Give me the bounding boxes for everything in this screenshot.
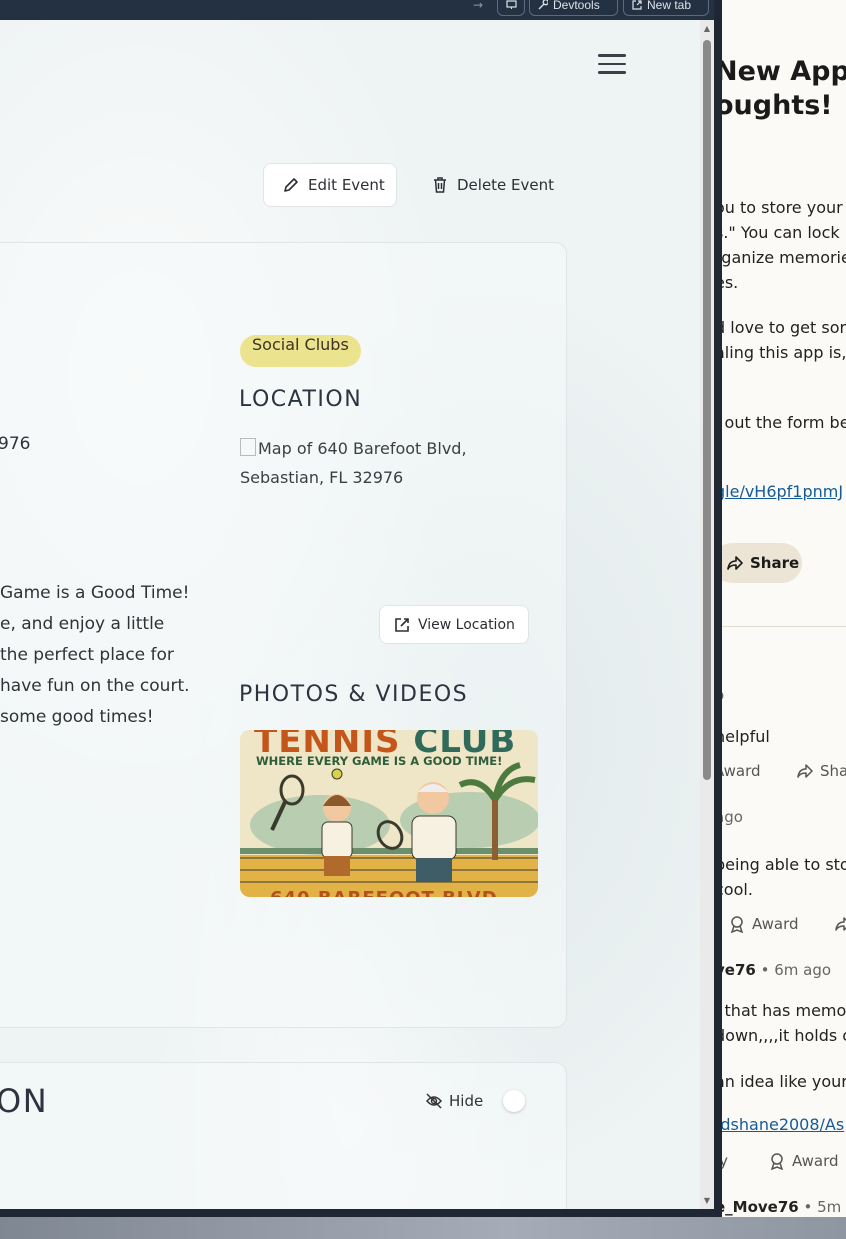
award-label: Award bbox=[792, 1152, 839, 1170]
external-link-icon bbox=[632, 0, 642, 10]
pencil-icon bbox=[284, 178, 298, 192]
description-line: Game is a Good Time! bbox=[0, 583, 190, 603]
award-button[interactable]: Award bbox=[728, 915, 799, 933]
photos-videos-heading: PHOTOS & VIDEOS bbox=[239, 682, 469, 707]
delete-event-button[interactable]: Delete Event bbox=[431, 163, 554, 207]
background-post-window: New App I oughts! ou to store your s." Y… bbox=[722, 0, 846, 1217]
window-frame-right bbox=[714, 0, 722, 1217]
comment-text: helpful bbox=[722, 727, 770, 746]
hide-toggle-row[interactable]: Hide bbox=[425, 1090, 526, 1112]
address-text: 976 bbox=[0, 434, 31, 454]
description-line: have fun on the court. bbox=[0, 676, 190, 696]
comment-meta: ago bbox=[722, 808, 743, 826]
comment-meta: o bbox=[722, 686, 724, 704]
post-title: New App I oughts! bbox=[722, 55, 846, 123]
post-text-line: s." You can lock r bbox=[722, 223, 846, 242]
broken-image-icon bbox=[240, 438, 256, 456]
view-location-label: View Location bbox=[418, 616, 515, 633]
post-share-button[interactable]: Share bbox=[722, 543, 802, 583]
share-icon bbox=[797, 764, 813, 778]
photo-tagline: WHERE EVERY GAME IS A GOOD TIME! bbox=[256, 754, 503, 768]
view-location-button[interactable]: View Location bbox=[379, 605, 529, 644]
desktop-background bbox=[0, 1215, 846, 1239]
reply-label: ly bbox=[722, 1152, 729, 1170]
reply-button[interactable]: ly bbox=[722, 1152, 728, 1170]
secondary-section-heading: ON bbox=[0, 1082, 49, 1120]
delete-event-label: Delete Event bbox=[457, 176, 555, 194]
comment-text-line: cool. bbox=[722, 880, 753, 899]
edit-event-button[interactable]: Edit Event bbox=[263, 163, 397, 207]
post-title-line: New App I bbox=[722, 56, 846, 87]
comment-link[interactable]: /dshane2008/As bbox=[722, 1115, 844, 1134]
event-page: Edit Event Delete Event Social Clubs LOC… bbox=[0, 20, 700, 1209]
forward-arrow-icon[interactable]: → bbox=[473, 0, 483, 12]
event-description: Game is a Good Time! e, and enjoy a litt… bbox=[0, 578, 190, 733]
comment-share-button[interactable] bbox=[834, 915, 846, 933]
comment-text-line: i that has memo bbox=[722, 1001, 846, 1020]
post-text-line: ou to store your bbox=[722, 198, 843, 217]
scrollbar-thumb[interactable] bbox=[703, 40, 711, 780]
share-label: Sha bbox=[820, 762, 846, 780]
share-icon bbox=[835, 917, 846, 931]
trash-icon bbox=[434, 177, 446, 193]
monitor-icon bbox=[505, 0, 517, 9]
post-title-line: oughts! bbox=[722, 90, 833, 121]
eye-off-icon bbox=[426, 1093, 442, 1109]
location-heading: LOCATION bbox=[239, 387, 363, 412]
devtools-button[interactable]: Devtools bbox=[529, 0, 618, 16]
comment-time: 5m ago bbox=[817, 1198, 846, 1216]
comment-share-button[interactable]: Sha bbox=[796, 762, 846, 780]
wrench-icon bbox=[538, 0, 548, 10]
award-icon bbox=[730, 916, 744, 933]
comment-username[interactable]: e_Move76 bbox=[722, 1198, 799, 1216]
scroll-down-arrow-icon[interactable]: ▼ bbox=[702, 1196, 712, 1205]
browser-toolbar: → Devtools New tab bbox=[0, 0, 722, 20]
comment-text: an idea like your bbox=[722, 1072, 846, 1091]
event-photo-thumbnail[interactable]: TENNIS CLUB WHERE EVERY GAME IS A GOOD T… bbox=[240, 730, 538, 897]
award-label: Award bbox=[752, 915, 799, 933]
comment-meta: e_Move76 • 5m ago bbox=[722, 1198, 846, 1216]
post-paragraph: ou to store your s." You can lock r rgan… bbox=[722, 195, 846, 295]
comment-text: i that has memo down,,,,it holds c bbox=[722, 998, 846, 1048]
award-icon bbox=[770, 1153, 784, 1170]
comment-username[interactable]: ve76 bbox=[722, 961, 756, 979]
new-tab-label: New tab bbox=[647, 0, 692, 12]
share-icon bbox=[727, 556, 743, 570]
description-line: some good times! bbox=[0, 707, 154, 727]
share-label: Share bbox=[750, 554, 800, 572]
external-link-icon bbox=[395, 617, 409, 632]
form-link[interactable]: gle/vH6pf1pnmJ bbox=[722, 482, 843, 501]
divider bbox=[722, 626, 846, 627]
edit-event-label: Edit Event bbox=[308, 176, 385, 194]
comment-text-line: being able to sto bbox=[722, 855, 846, 874]
devtools-label: Devtools bbox=[553, 0, 600, 12]
photo-footer: 640 BAREFOOT BLVD bbox=[270, 888, 498, 897]
comment-text-line: down,,,,it holds c bbox=[722, 1026, 846, 1045]
award-button[interactable]: Award bbox=[768, 1152, 839, 1170]
device-icon-button[interactable] bbox=[497, 0, 525, 16]
secondary-section-card bbox=[0, 1062, 567, 1209]
post-text-line: aling this app is, bbox=[722, 343, 846, 362]
post-text-line: es. bbox=[722, 273, 739, 292]
post-paragraph: d love to get sor aling this app is, bbox=[722, 315, 846, 365]
comment-text: being able to sto cool. bbox=[722, 852, 846, 902]
map-alt-label: Map of 640 Barefoot Blvd, Sebastian, FL … bbox=[240, 439, 467, 487]
post-text-line: d love to get sor bbox=[722, 318, 846, 337]
hide-toggle-switch[interactable] bbox=[503, 1090, 526, 1112]
comment-meta: ve76 • 6m ago bbox=[722, 961, 831, 979]
award-label: Award bbox=[722, 762, 761, 780]
hide-label: Hide bbox=[449, 1092, 484, 1110]
description-line: the perfect place for bbox=[0, 645, 174, 665]
description-line: e, and enjoy a little bbox=[0, 614, 165, 634]
post-text-line: rganize memorie bbox=[722, 248, 846, 267]
hamburger-menu-icon[interactable] bbox=[598, 54, 626, 78]
category-badge: Social Clubs bbox=[240, 335, 361, 367]
comment-time: 6m ago bbox=[774, 961, 832, 979]
post-paragraph: l out the form be bbox=[722, 413, 846, 432]
map-alt-text: Map of 640 Barefoot Blvd, Sebastian, FL … bbox=[240, 434, 530, 492]
scroll-up-arrow-icon[interactable]: ▲ bbox=[702, 24, 712, 33]
new-tab-button[interactable]: New tab bbox=[623, 0, 709, 16]
award-button[interactable]: Award bbox=[722, 762, 761, 780]
